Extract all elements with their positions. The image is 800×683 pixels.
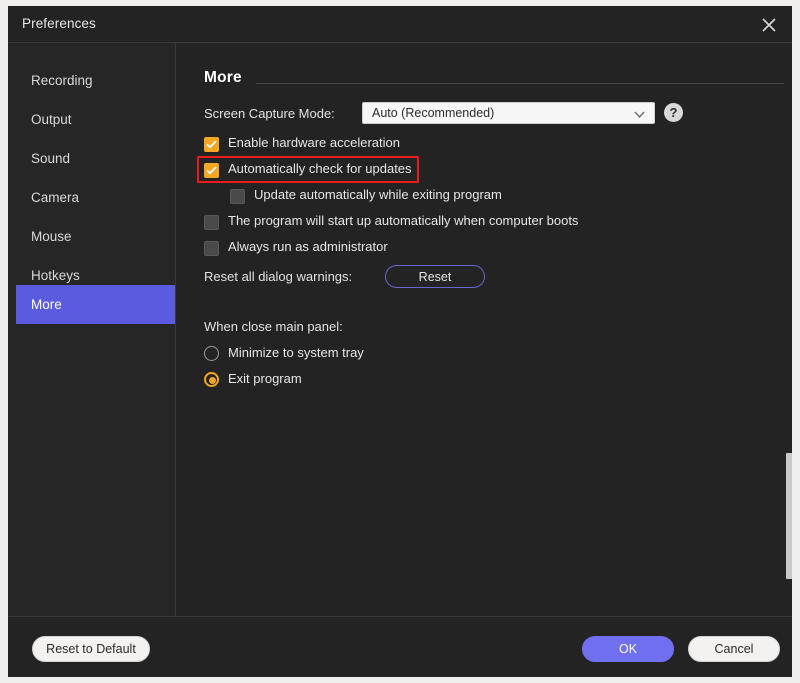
checkbox-label: Update automatically while exiting progr… — [254, 187, 502, 202]
checkbox-unchecked-icon — [204, 215, 219, 230]
close-icon[interactable] — [756, 12, 782, 38]
window-title: Preferences — [22, 16, 96, 31]
chevron-down-icon — [633, 108, 646, 121]
radio-unselected-icon — [204, 346, 219, 361]
sidebar-item-output[interactable]: Output — [16, 100, 175, 139]
help-icon[interactable]: ? — [664, 103, 683, 122]
capture-mode-value: Auto (Recommended) — [372, 106, 495, 120]
reset-warnings-button[interactable]: Reset — [385, 265, 485, 288]
sidebar-item-recording[interactable]: Recording — [16, 61, 175, 100]
checkbox-unchecked-icon — [204, 241, 219, 256]
sidebar: Recording Output Sound Camera Mouse Hotk… — [8, 43, 175, 617]
checkbox-checked-icon — [204, 163, 219, 178]
footer-bar: Reset to Default OK Cancel — [8, 617, 792, 677]
radio-selected-icon — [204, 372, 219, 387]
radio-label: Minimize to system tray — [228, 345, 364, 360]
sidebar-item-camera[interactable]: Camera — [16, 178, 175, 217]
radio-label: Exit program — [228, 371, 302, 386]
sidebar-item-mouse[interactable]: Mouse — [16, 217, 175, 256]
app-root: Preferences Recording Output Sound Camer… — [0, 0, 800, 683]
capture-mode-label: Screen Capture Mode: — [204, 106, 335, 121]
reset-to-default-button[interactable]: Reset to Default — [32, 636, 150, 662]
preferences-dialog: Preferences Recording Output Sound Camer… — [8, 6, 792, 677]
checkbox-unchecked-icon — [230, 189, 245, 204]
checkbox-label: Automatically check for updates — [228, 161, 412, 176]
close-panel-label: When close main panel: — [204, 319, 343, 334]
checkbox-label: Always run as administrator — [228, 239, 388, 254]
section-rule — [256, 83, 784, 84]
sidebar-item-more[interactable]: More — [16, 285, 175, 324]
checkbox-label: The program will start up automatically … — [228, 213, 579, 228]
checkbox-checked-icon — [204, 137, 219, 152]
title-bar: Preferences — [8, 6, 792, 42]
reset-warnings-label: Reset all dialog warnings: — [204, 269, 353, 284]
cancel-button[interactable]: Cancel — [688, 636, 780, 662]
capture-mode-select[interactable]: Auto (Recommended) — [362, 102, 655, 124]
main-panel: More Screen Capture Mode: Auto (Recommen… — [176, 43, 792, 616]
scrollbar-thumb[interactable] — [786, 453, 792, 579]
page-title: More — [204, 69, 242, 86]
checkbox-label: Enable hardware acceleration — [228, 135, 400, 150]
sidebar-item-sound[interactable]: Sound — [16, 139, 175, 178]
ok-button[interactable]: OK — [582, 636, 674, 662]
scrollbar-track[interactable] — [784, 43, 792, 616]
